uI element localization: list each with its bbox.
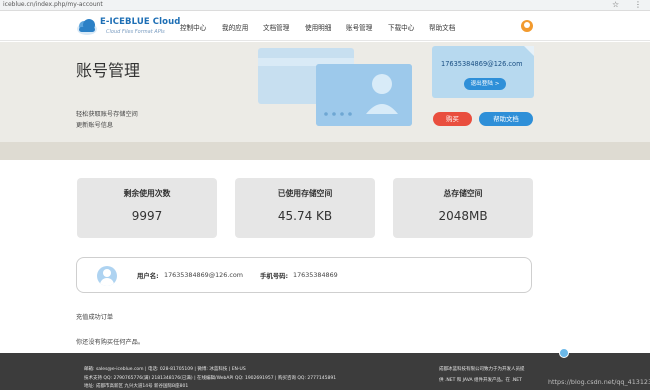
stat-label: 总存储空间 xyxy=(443,189,483,198)
back-to-top-icon[interactable] xyxy=(559,348,569,358)
account-info-panel: 用户名: 17635384869@126.com 手机号码: 176353848… xyxy=(76,257,532,293)
hero-divider-strip xyxy=(0,142,650,160)
nav-document-management[interactable]: 文档管理 xyxy=(263,22,289,32)
page: iceblue.cn/index.php/my-account ☆ ⋮ E-IC… xyxy=(0,0,650,390)
nav-account-management[interactable]: 账号管理 xyxy=(346,22,372,32)
account-card-illustration xyxy=(258,48,412,126)
stat-value: 2048MB xyxy=(438,209,488,223)
footer-support: 技术支持 QQ: 2790765776(满) 2181348176(已满) | … xyxy=(84,376,337,381)
csdn-watermark: https://blog.csdn.net/qq_41312395 xyxy=(548,378,650,386)
nav-usage-details[interactable]: 使用明细 xyxy=(305,22,331,32)
stat-label: 剩余使用次数 xyxy=(123,189,171,198)
footer-company-intro-2: 供 .NET 和 JAVA 组件开发产品。在 .NET xyxy=(439,378,522,383)
cloud-logo-icon xyxy=(77,19,97,35)
user-avatar-icon[interactable] xyxy=(521,20,533,32)
nav-help-docs[interactable]: 帮助文档 xyxy=(429,22,455,32)
stat-total-storage: 总存储空间 2048MB xyxy=(393,178,533,238)
footer-address: 地址: 成都市高新区 九兴大道14号 新谷国际B座801 xyxy=(84,384,189,389)
logo-tagline: Cloud Files Format APIs xyxy=(106,29,165,35)
stat-value: 9997 xyxy=(131,209,163,223)
browser-menu-icon[interactable]: ⋮ xyxy=(634,0,642,10)
no-product-message: 你还没有购买任何产品。 xyxy=(76,339,145,346)
user-avatar xyxy=(97,266,117,286)
logout-button[interactable]: 退出登陆 > xyxy=(464,78,506,90)
phone-label: 手机号码: xyxy=(260,272,289,280)
page-title: 账号管理 xyxy=(76,61,141,80)
account-summary-card: 17635384869@126.com 退出登陆 > xyxy=(432,46,534,98)
stat-remaining-uses: 剩余使用次数 9997 xyxy=(77,178,217,238)
stat-label: 已使用存储空间 xyxy=(277,189,333,198)
nav-control-center[interactable]: 控制中心 xyxy=(180,22,206,32)
bookmark-star-icon[interactable]: ☆ xyxy=(612,0,619,10)
nav-download-center[interactable]: 下载中心 xyxy=(388,22,414,32)
hero-banner: 账号管理 轻松获取账号存储空间 更新账号信息 17635384869@126.c… xyxy=(0,42,650,142)
top-navigation: E-ICEBLUE Cloud Cloud Files Format APIs … xyxy=(0,11,650,41)
stat-used-storage: 已使用存储空间 45.74 KB xyxy=(235,178,375,238)
footer-contact: 邮箱: sales@e-iceblue.com | 电话: 028-817051… xyxy=(84,367,246,372)
nav-my-apps[interactable]: 我的应用 xyxy=(222,22,248,32)
logo-name: E-ICEBLUE Cloud xyxy=(100,17,181,27)
browser-address-bar: iceblue.cn/index.php/my-account ☆ ⋮ xyxy=(0,0,650,11)
username-label: 用户名: xyxy=(137,272,159,280)
order-section-title: 充值成功订单 xyxy=(76,314,114,321)
site-logo[interactable]: E-ICEBLUE Cloud Cloud Files Format APIs xyxy=(76,16,180,38)
buy-button[interactable]: 购买 xyxy=(433,112,472,126)
stat-value: 45.74 KB xyxy=(277,209,333,223)
phone-value: 17635384869 xyxy=(293,271,338,279)
username-value: 17635384869@126.com xyxy=(164,271,243,279)
url-text[interactable]: iceblue.cn/index.php/my-account xyxy=(3,1,103,8)
help-docs-button[interactable]: 帮助文档 xyxy=(479,112,533,126)
card-email: 17635384869@126.com xyxy=(441,60,523,68)
footer-company-intro: 成都冰蓝科技有限公司致力于为开发人员提 xyxy=(439,367,525,372)
hero-description-update: 更新账号信息 xyxy=(76,122,114,129)
hero-description-storage: 轻松获取账号存储空间 xyxy=(76,111,138,118)
